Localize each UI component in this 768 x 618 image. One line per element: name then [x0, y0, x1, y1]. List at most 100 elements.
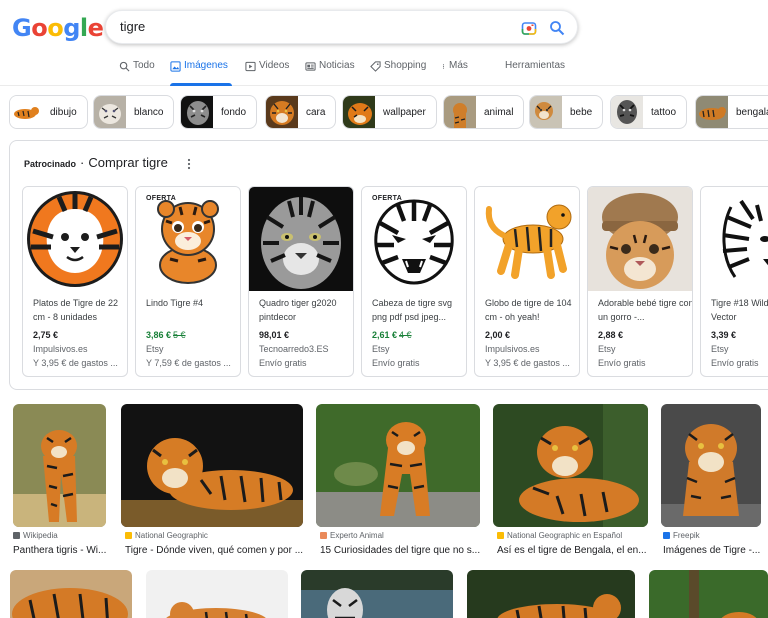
tab-videos[interactable]: Videos [245, 60, 289, 86]
source-name: Wikipedia [23, 531, 58, 540]
image-result[interactable] [146, 570, 288, 618]
image-result[interactable]: National Geographic en Español Así es el… [493, 404, 648, 560]
product-shipping: Y 3,95 € de gastos ... [33, 358, 118, 368]
chip-bebe[interactable]: bebe [529, 95, 604, 129]
image-result[interactable]: Wikipedia Panthera tigris - Wi... [13, 404, 106, 560]
result-image [301, 570, 453, 618]
more-options-icon[interactable] [185, 158, 193, 170]
product-image [362, 187, 466, 291]
product-store: Etsy [372, 344, 390, 354]
natgeo-icon [497, 532, 504, 539]
product-shipping: Y 7,59 € de gastos ... [146, 358, 231, 368]
search-icon[interactable] [549, 20, 565, 36]
chip-fondo[interactable]: fondo [180, 95, 258, 129]
product-title: Tigre #18 Wild Graphic Vector [711, 298, 768, 322]
product-card[interactable]: Adorable bebé tigre con un gorro -... 2,… [587, 186, 693, 377]
tab-imagenes[interactable]: Imágenes [170, 60, 232, 86]
product-title: Cabeza de tigre svg png pdf psd jpeg... [372, 298, 453, 322]
chip-thumbnail [343, 96, 375, 128]
image-result[interactable] [301, 570, 453, 618]
related-chips: dibujo blanco fondo cara wallpaper anima… [9, 95, 768, 129]
search-box [105, 10, 578, 44]
tag-icon [370, 61, 381, 72]
chip-blanco[interactable]: blanco [93, 95, 175, 129]
price-value: 2,00 € [485, 330, 511, 340]
shopping-header: Patrocinado · Comprar tigre [24, 155, 168, 170]
product-price: 2,88 € [598, 330, 623, 340]
product-title: Adorable bebé tigre con un gorro -... [598, 298, 693, 322]
camera-lens-icon[interactable] [521, 20, 537, 36]
image-icon [170, 61, 181, 72]
logo-letter: o [47, 14, 64, 42]
image-result[interactable] [649, 570, 768, 618]
product-card[interactable]: Quadro tiger g2020 pintdecor 98,01 € Tec… [248, 186, 354, 377]
chip-label: cara [306, 106, 326, 118]
price-value: 98,01 € [259, 330, 290, 340]
product-card[interactable]: OFERTA Cabeza de tigre svg png pdf psd j… [361, 186, 467, 377]
product-shipping: Envío gratis [372, 358, 420, 368]
product-card[interactable]: OFERTA Lindo Tigre #4 3,86 €5 € Etsy Y 7… [135, 186, 241, 377]
chip-wallpaper[interactable]: wallpaper [342, 95, 437, 129]
tab-herramientas[interactable]: Herramientas [505, 60, 565, 86]
result-image [121, 404, 303, 527]
product-image [475, 187, 579, 291]
image-result[interactable]: National Geographic Tigre - Dónde viven,… [121, 404, 303, 560]
wikipedia-icon [13, 532, 20, 539]
old-price: 5 € [173, 330, 186, 340]
price-value: 2,61 € [372, 330, 398, 340]
chip-label: bengala [736, 106, 768, 118]
chip-label: bebe [570, 106, 593, 118]
tab-noticias[interactable]: Noticias [305, 60, 355, 86]
chip-bengala[interactable]: bengala [695, 95, 768, 129]
product-image [136, 187, 240, 291]
chip-animal[interactable]: animal [443, 95, 525, 129]
result-image [661, 404, 761, 527]
sponsored-label: Patrocinado [24, 159, 77, 169]
result-image [316, 404, 480, 527]
chip-thumbnail [181, 96, 213, 128]
tab-mas[interactable]: Más [441, 60, 468, 86]
tab-label: Videos [259, 60, 290, 71]
product-price: 3,39 € [711, 330, 736, 340]
result-caption: 15 Curiosidades del tigre que no s... [320, 545, 480, 556]
separator: · [80, 155, 85, 170]
tab-label: Noticias [319, 60, 355, 71]
product-price: 2,00 € [485, 330, 510, 340]
image-result[interactable] [10, 570, 132, 618]
product-image [249, 187, 353, 291]
tab-shopping[interactable]: Shopping [370, 60, 426, 86]
offer-badge: OFERTA [146, 195, 177, 202]
chip-label: tattoo [651, 106, 677, 118]
product-card[interactable]: Tigre #18 Wild Graphic Vector 3,39 € Ets… [700, 186, 768, 377]
source-name: Freepik [673, 531, 700, 540]
chip-cara[interactable]: cara [265, 95, 337, 129]
price-value: 3,86 € [146, 330, 172, 340]
image-result[interactable]: Experto Animal 15 Curiosidades del tigre… [316, 404, 480, 560]
google-logo[interactable]: Google [12, 14, 104, 42]
product-card[interactable]: Globo de tigre de 104 cm - oh yeah! 2,00… [474, 186, 580, 377]
chip-tattoo[interactable]: tattoo [610, 95, 688, 129]
image-result[interactable]: Freepik Imágenes de Tigre -... [661, 404, 761, 560]
news-icon [305, 62, 316, 71]
image-result[interactable] [467, 570, 635, 618]
logo-letter: e [87, 14, 104, 42]
expertoanimal-icon [320, 532, 327, 539]
product-price: 3,86 €5 € [146, 330, 186, 340]
freepik-icon [663, 532, 670, 539]
product-title: Globo de tigre de 104 cm - oh yeah! [485, 298, 572, 322]
product-store: Tecnoarredo3.ES [259, 344, 329, 354]
search-input[interactable] [120, 19, 500, 34]
tab-todo[interactable]: Todo [119, 60, 155, 86]
tab-label: Imágenes [184, 60, 228, 71]
result-caption: Imágenes de Tigre -... [663, 545, 761, 556]
product-store: Etsy [146, 344, 164, 354]
product-card[interactable]: Platos de Tigre de 22 cm - 8 unidades 2,… [22, 186, 128, 377]
chip-thumbnail [611, 96, 643, 128]
chip-dibujo[interactable]: dibujo [9, 95, 88, 129]
result-source: Wikipedia [13, 531, 58, 540]
shopping-title: Comprar tigre [88, 155, 168, 170]
product-price: 98,01 € [259, 330, 289, 340]
chip-thumbnail [94, 96, 126, 128]
chip-label: animal [484, 106, 514, 118]
chip-thumbnail [10, 96, 42, 128]
